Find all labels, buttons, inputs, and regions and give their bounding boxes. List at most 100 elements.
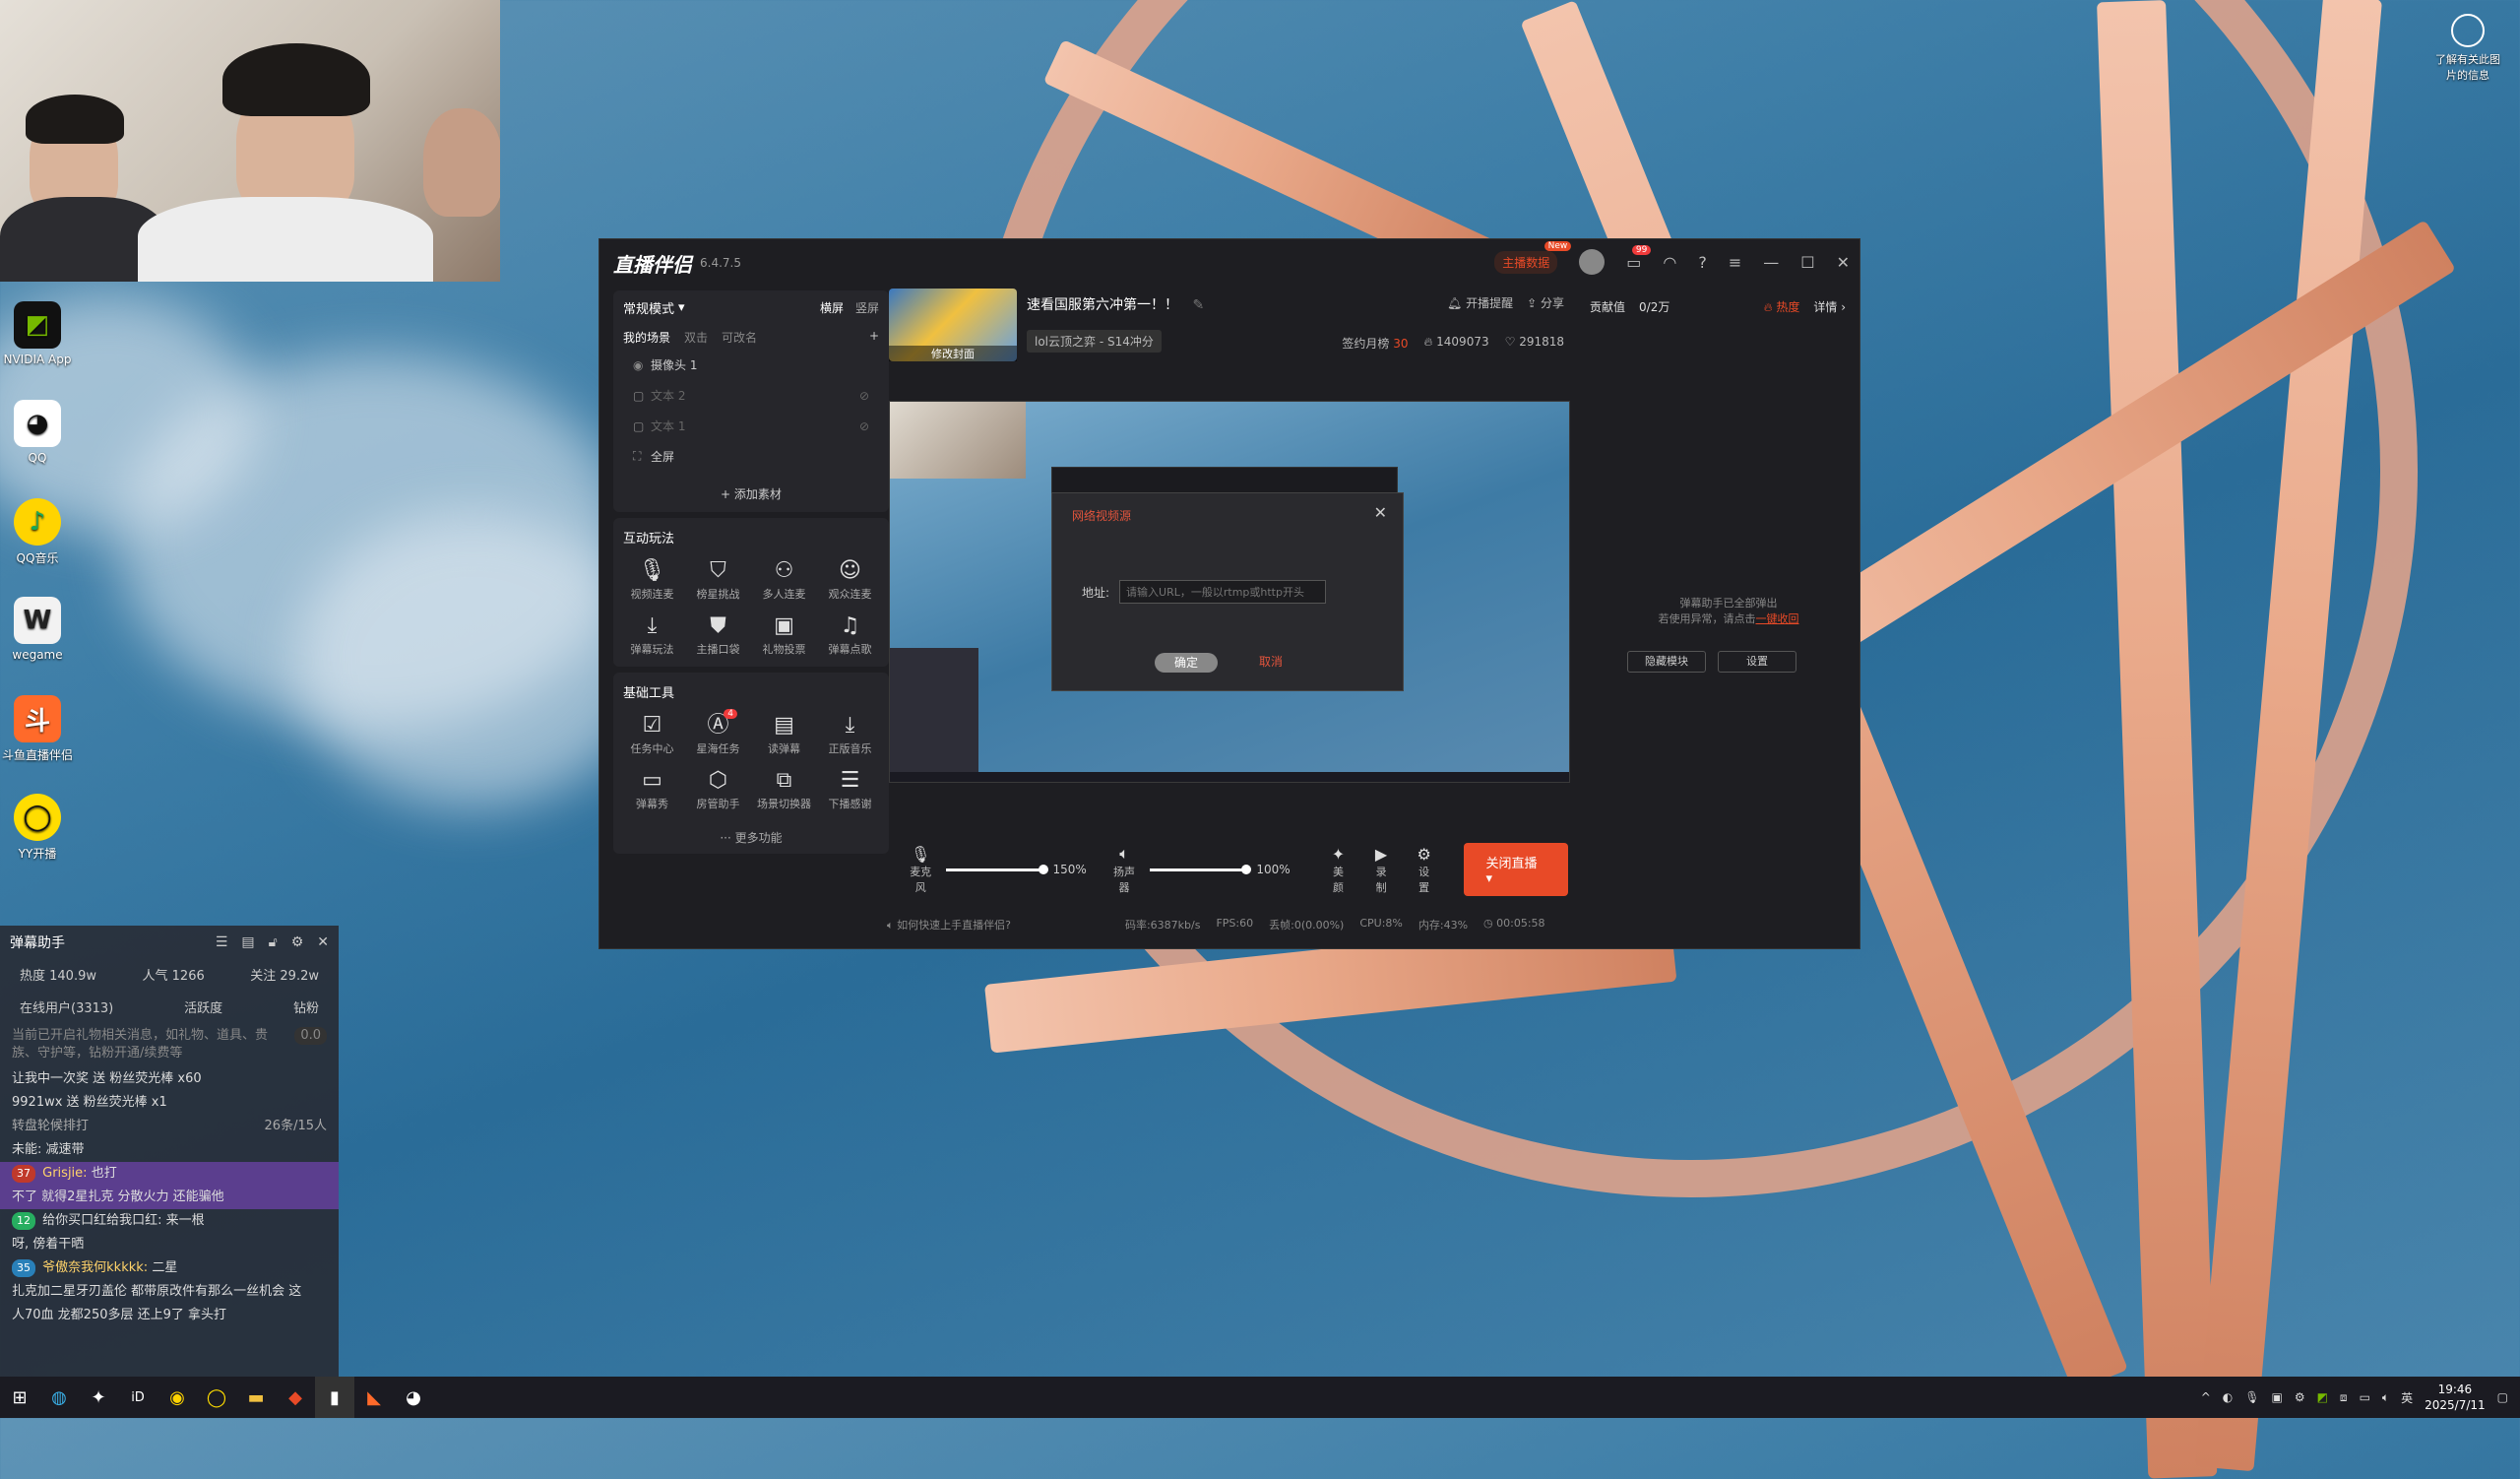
hidden-eye-icon[interactable]: ⊘	[859, 419, 869, 433]
stream-cover[interactable]: 修改封面	[889, 289, 1017, 361]
folder-icon[interactable]: ▬	[236, 1377, 276, 1418]
confirm-button[interactable]: 确定	[1155, 653, 1218, 673]
desktop-icon-douyu[interactable]: 斗 斗鱼直播伴侣	[0, 695, 75, 763]
desktop-icon-qqmusic[interactable]: ♪ QQ音乐	[0, 498, 75, 566]
tool-room-admin[interactable]: ⬡ 房管助手	[685, 766, 751, 811]
settings-icon[interactable]: ⚙	[291, 934, 304, 950]
network-icon[interactable]: ▭	[2360, 1390, 2370, 1404]
source-item-text1[interactable]: ▢ 文本 1 ⊘	[613, 411, 889, 441]
filter-icon[interactable]: ☰	[216, 934, 228, 950]
close-icon[interactable]: ✕	[1837, 253, 1850, 272]
mic-control[interactable]: 🎙︎ 麦克风	[905, 845, 936, 895]
more-features-button[interactable]: ··· 更多功能	[613, 821, 889, 854]
desktop-icon-yy[interactable]: ◯ YY开播	[0, 794, 75, 862]
settings-button[interactable]: ⚙ 设置	[1414, 845, 1435, 895]
tool-danmu-show[interactable]: ▭ 弹幕秀	[619, 766, 685, 811]
source-item-fullscreen[interactable]: ⛶ 全屏	[613, 441, 889, 472]
stream-title[interactable]: 速看国服第六冲第一！！ ✎	[1027, 294, 1204, 314]
message-icon[interactable]: ▭ 99	[1626, 244, 1652, 272]
detail-link[interactable]: 详情 ›	[1813, 298, 1846, 315]
host-data-button[interactable]: 主播数据 New	[1494, 240, 1572, 274]
yy-icon[interactable]: ◯	[197, 1377, 236, 1418]
tray-icon[interactable]: ⚙	[2295, 1390, 2305, 1404]
quick-start-link[interactable]: 🔈︎ 如何快速上手直播伴侣?	[887, 917, 1011, 932]
tool-scene-switch[interactable]: ⧉ 场景切换器	[751, 766, 817, 811]
tool-audience-link[interactable]: ☺ 观众连麦	[817, 556, 883, 602]
spotlight-info[interactable]: 了解有关此图片的信息	[2433, 14, 2502, 83]
volume-icon[interactable]: 🔈︎	[2382, 1390, 2389, 1405]
stream-category[interactable]: lol云顶之弈 - S14冲分	[1027, 330, 1162, 353]
notification-icon[interactable]: ▢	[2497, 1390, 2508, 1404]
sign-rank[interactable]: 签约月榜 30	[1342, 335, 1408, 352]
tool-song-request[interactable]: ♫ 弹幕点歌	[817, 611, 883, 657]
url-input[interactable]	[1119, 580, 1327, 604]
tool-multi-link[interactable]: ⚇ 多人连麦	[751, 556, 817, 602]
add-source-button[interactable]: + 添加素材	[613, 472, 889, 512]
tab-active[interactable]: 活跃度	[184, 997, 222, 1016]
tool-video-link[interactable]: 🎙︎ 视频连麦	[619, 556, 685, 602]
portrait-toggle[interactable]: 竖屏	[855, 299, 879, 316]
ime-indicator[interactable]: 英	[2401, 1389, 2413, 1406]
beauty-button[interactable]: ✦ 美颜	[1328, 845, 1350, 895]
tab-my-scene[interactable]: 我的场景	[623, 329, 670, 346]
id-icon[interactable]: iD	[118, 1377, 158, 1418]
tool-danmu-game[interactable]: ⤓ 弹幕玩法	[619, 611, 685, 657]
tool-star-task[interactable]: Ⓐ 4 星海任务	[685, 709, 751, 756]
landscape-toggle[interactable]: 横屏	[820, 299, 844, 316]
source-item-camera[interactable]: ◉ 摄像头 1	[613, 350, 889, 380]
tray-icon[interactable]: ▣	[2271, 1390, 2282, 1404]
app-icon[interactable]: ◆	[276, 1377, 315, 1418]
minimize-icon[interactable]: —	[1763, 253, 1779, 272]
list-icon[interactable]: ▤	[241, 934, 254, 950]
clock[interactable]: 19:46 2025/7/11	[2425, 1382, 2486, 1413]
lock-icon[interactable]: 🔓︎	[269, 934, 278, 950]
maximize-icon[interactable]: ☐	[1800, 253, 1814, 272]
desktop-icon-wegame[interactable]: W wegame	[0, 597, 75, 662]
hide-module-button[interactable]: 隐藏模块	[1627, 651, 1706, 673]
tab-diamond[interactable]: 钻粉	[293, 997, 319, 1016]
desktop-icon-nvidia[interactable]: ◩ NVIDIA App	[0, 301, 75, 366]
desktop-icon-qq[interactable]: ◕ QQ	[0, 400, 75, 465]
tool-challenge[interactable]: ⛉ 榜星挑战	[685, 556, 751, 602]
speaker-volume-slider[interactable]	[1150, 864, 1252, 874]
source-item-text2[interactable]: ▢ 文本 2 ⊘	[613, 380, 889, 411]
mic-tray-icon[interactable]: 🎙︎	[2244, 1390, 2259, 1404]
mic-volume-slider[interactable]	[946, 864, 1048, 874]
tool-gift-vote[interactable]: ▣ 礼物投票	[751, 611, 817, 657]
nvidia-tray-icon[interactable]: ◩	[2317, 1390, 2328, 1404]
live-companion-icon[interactable]: ▮	[315, 1377, 354, 1418]
start-icon[interactable]: ⊞	[0, 1377, 39, 1418]
start-remind-button[interactable]: 🔔︎ 开播提醒	[1447, 294, 1513, 311]
mode-dropdown[interactable]: 常规模式	[623, 298, 674, 317]
steam-icon[interactable]: ✦	[79, 1377, 118, 1418]
right-settings-button[interactable]: 设置	[1718, 651, 1796, 673]
edit-icon[interactable]: ✎	[1192, 297, 1204, 313]
recall-link[interactable]: 一键收回	[1756, 612, 1799, 625]
douyu-icon[interactable]: ◣	[354, 1377, 394, 1418]
tool-music[interactable]: ⤓ 正版音乐	[817, 711, 883, 756]
close-icon[interactable]: ✕	[317, 934, 329, 950]
stop-live-button[interactable]: 关闭直播 ▾	[1464, 843, 1568, 896]
add-scene-icon[interactable]: +	[869, 329, 879, 346]
hidden-eye-icon[interactable]: ⊘	[859, 389, 869, 403]
headset-icon[interactable]: ◠	[1663, 253, 1676, 272]
chevron-up-icon[interactable]: ^	[2201, 1390, 2211, 1404]
record-button[interactable]: ▶ 录制	[1370, 845, 1392, 895]
tab-online-users[interactable]: 在线用户(3313)	[20, 997, 113, 1016]
cancel-button[interactable]: 取消	[1259, 653, 1283, 670]
qq-icon[interactable]: ◕	[394, 1377, 433, 1418]
share-button[interactable]: ⇪ 分享	[1527, 294, 1564, 311]
tool-pocket[interactable]: ⛊ 主播口袋	[685, 611, 751, 657]
edge-icon[interactable]: ◍	[39, 1377, 79, 1418]
tray-icon[interactable]: ◐	[2223, 1390, 2233, 1404]
tool-read-danmu[interactable]: ▤ 读弹幕	[751, 711, 817, 756]
tray-icon[interactable]: ⧈	[2340, 1390, 2348, 1405]
close-icon[interactable]: ✕	[1374, 503, 1387, 522]
help-icon[interactable]: ?	[1698, 253, 1707, 272]
tool-task-center[interactable]: ☑ 任务中心	[619, 711, 685, 756]
qqmusic-icon[interactable]: ◉	[158, 1377, 197, 1418]
speaker-control[interactable]: 🔈︎ 扬声器	[1108, 844, 1140, 895]
tool-thanks[interactable]: ☰ 下播感谢	[817, 766, 883, 811]
avatar[interactable]	[1579, 249, 1606, 275]
menu-icon[interactable]: ≡	[1729, 253, 1741, 272]
